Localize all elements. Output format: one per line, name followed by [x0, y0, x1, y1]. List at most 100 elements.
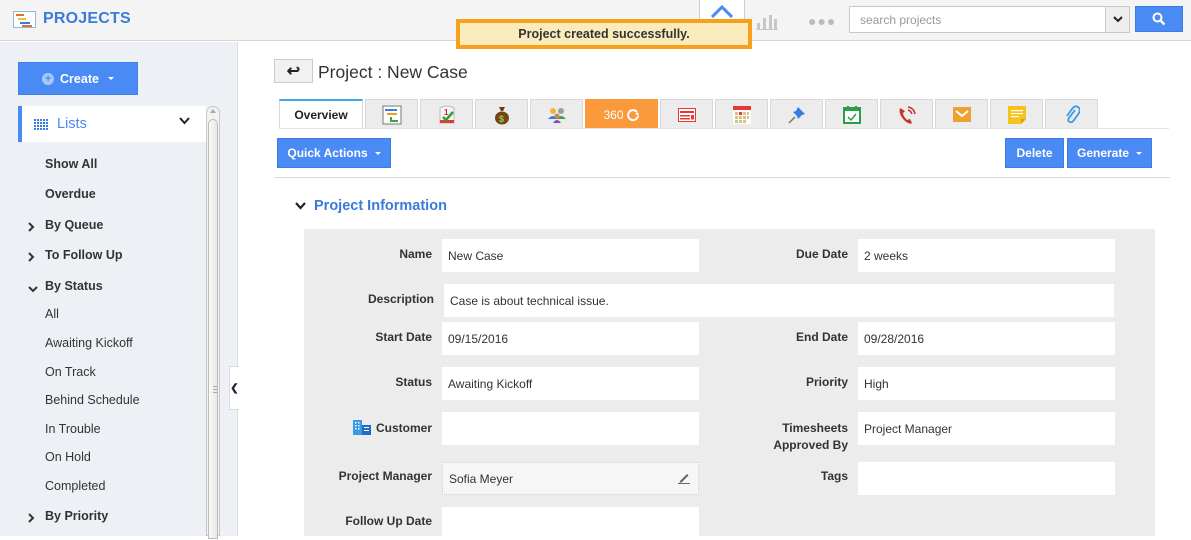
project-manager-field[interactable]: Sofia Meyer: [442, 462, 699, 495]
chevron-down-icon[interactable]: [28, 282, 38, 296]
team-icon: [547, 107, 566, 123]
due-date-label: Due Date: [795, 247, 848, 261]
scrollbar-thumb[interactable]: [208, 119, 218, 539]
task-icon: 1: [439, 105, 454, 123]
tab-calls[interactable]: [880, 99, 933, 129]
description-label: Description: [367, 292, 434, 306]
tab-invoices[interactable]: [660, 99, 713, 129]
app-title: PROJECTS: [43, 10, 131, 27]
success-toast: Project created successfully.: [456, 19, 752, 49]
status-field[interactable]: Awaiting Kickoff: [442, 367, 699, 400]
chevron-right-icon[interactable]: [28, 221, 35, 235]
quick-actions-label: Quick Actions: [287, 146, 368, 160]
plus-circle-icon: +: [42, 72, 55, 85]
timesheets-label-line1: Timesheets: [782, 421, 848, 435]
tab-events[interactable]: [825, 99, 878, 129]
delete-label: Delete: [1016, 146, 1053, 160]
pin-icon: [787, 106, 805, 124]
start-date-field[interactable]: 09/15/2016: [442, 322, 699, 355]
sidebar-item-show-all[interactable]: Show All: [45, 157, 97, 171]
delete-button[interactable]: Delete: [1005, 138, 1064, 168]
create-label: Create: [60, 71, 99, 86]
priority-field[interactable]: High: [858, 367, 1115, 400]
sidebar-item-in-trouble[interactable]: In Trouble: [45, 422, 101, 436]
sidebar-item-all[interactable]: All: [45, 307, 59, 321]
refresh-icon: [626, 108, 639, 121]
tab-gantt[interactable]: [365, 99, 418, 129]
description-field[interactable]: Case is about technical issue.: [444, 284, 1114, 317]
chevron-down-icon: [1112, 16, 1123, 23]
tab-team[interactable]: [530, 99, 583, 129]
sidebar-item-by-queue[interactable]: By Queue: [45, 218, 103, 232]
name-label: Name: [399, 247, 432, 261]
search-options-dropdown[interactable]: [1105, 7, 1129, 32]
caret-down-icon: [1136, 151, 1143, 155]
lists-header[interactable]: Lists: [18, 106, 206, 142]
bar-chart-icon[interactable]: [756, 10, 778, 30]
attachment-icon: [1065, 104, 1080, 123]
chevron-right-icon[interactable]: [28, 512, 35, 526]
tabs-divider: [279, 128, 1169, 129]
event-check-icon: [842, 105, 861, 124]
timesheets-approved-by-label: Timesheets Approved By: [700, 420, 848, 454]
email-icon: [952, 107, 971, 122]
sidebar-scrollbar[interactable]: [206, 106, 220, 539]
phone-icon: [899, 105, 916, 124]
chevron-down-icon: [295, 202, 306, 210]
create-button[interactable]: + Create: [18, 62, 138, 95]
name-field[interactable]: New Case: [442, 239, 699, 272]
timesheets-label-line2: Approved By: [773, 438, 848, 452]
tab-milestones[interactable]: [770, 99, 823, 129]
sidebar-item-on-hold[interactable]: On Hold: [45, 450, 91, 464]
gantt-icon: [382, 105, 401, 124]
actions-divider: [274, 177, 1170, 178]
quick-actions-button[interactable]: Quick Actions: [277, 138, 391, 168]
end-date-label: End Date: [795, 330, 848, 344]
sidebar-item-by-priority[interactable]: By Priority: [45, 509, 108, 523]
pencil-icon[interactable]: [678, 472, 690, 484]
sidebar-item-behind-schedule[interactable]: Behind Schedule: [45, 393, 140, 407]
sidebar-item-by-status[interactable]: By Status: [45, 279, 103, 293]
due-date-field[interactable]: 2 weeks: [858, 239, 1115, 272]
search-button[interactable]: [1135, 6, 1183, 32]
tab-finance[interactable]: $: [475, 99, 528, 129]
tab-calendar[interactable]: [715, 99, 768, 129]
generate-button[interactable]: Generate: [1067, 138, 1152, 168]
generate-label: Generate: [1076, 146, 1130, 160]
back-arrow-icon: ↩: [286, 63, 301, 80]
tab-notes[interactable]: [990, 99, 1043, 129]
tab-tasks[interactable]: 1: [420, 99, 473, 129]
sidebar-item-completed[interactable]: Completed: [45, 479, 105, 493]
end-date-field[interactable]: 09/28/2016: [858, 322, 1115, 355]
project-information-header[interactable]: Project Information: [295, 198, 447, 214]
sidebar-item-to-follow-up[interactable]: To Follow Up: [45, 248, 123, 262]
start-date-label: Start Date: [375, 330, 432, 344]
tab-attachments[interactable]: [1045, 99, 1098, 129]
sidebar-item-awaiting-kickoff[interactable]: Awaiting Kickoff: [45, 336, 133, 350]
tab-360-view[interactable]: 360: [585, 99, 658, 129]
customer-label-group: Customer: [304, 420, 432, 435]
timesheets-approved-by-field[interactable]: Project Manager: [858, 412, 1115, 445]
search-input[interactable]: [850, 7, 1100, 32]
grip-icon: [213, 385, 217, 393]
tags-label: Tags: [820, 469, 848, 483]
sidebar-item-overdue[interactable]: Overdue: [45, 187, 96, 201]
collapse-sidebar-button[interactable]: ❮: [229, 366, 239, 410]
home-icon: [711, 4, 733, 18]
sidebar-item-on-track[interactable]: On Track: [45, 365, 96, 379]
tab-overview[interactable]: Overview: [279, 99, 363, 129]
tab-emails[interactable]: [935, 99, 988, 129]
tab-bar: Overview 1 $ 360: [279, 99, 1098, 129]
priority-label: Priority: [805, 375, 848, 389]
svg-text:$: $: [499, 114, 504, 124]
brand[interactable]: PROJECTS: [13, 10, 131, 28]
scroll-up-arrow-icon: [210, 109, 216, 113]
follow-up-date-field[interactable]: [442, 507, 699, 540]
caret-down-icon: [107, 77, 114, 80]
tags-field[interactable]: [858, 462, 1115, 495]
tab-overview-label: Overview: [294, 108, 348, 122]
more-dots-icon[interactable]: ●●●: [808, 13, 836, 29]
back-button[interactable]: ↩: [274, 59, 313, 83]
chevron-right-icon[interactable]: [28, 251, 35, 265]
customer-field[interactable]: [442, 412, 699, 445]
